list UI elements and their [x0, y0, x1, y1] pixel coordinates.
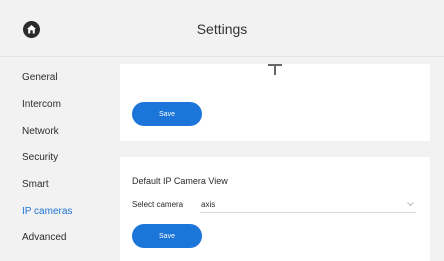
sidebar: General Intercom Network Security Smart … — [0, 56, 110, 261]
page-title: Settings — [196, 21, 248, 37]
sidebar-item-network[interactable]: Network — [22, 126, 59, 137]
chevron-down-icon — [407, 202, 414, 207]
sidebar-item-ip-cameras[interactable]: IP cameras — [22, 206, 72, 217]
settings-card-top: Save — [120, 64, 430, 141]
sidebar-item-security[interactable]: Security — [22, 152, 58, 163]
camera-select-value: axis — [201, 200, 216, 209]
header-bar: Settings — [0, 0, 444, 57]
save-button[interactable]: Save — [132, 224, 202, 248]
save-button[interactable]: Save — [132, 102, 202, 126]
cursor-icon — [268, 64, 282, 75]
sidebar-item-general[interactable]: General — [22, 72, 58, 83]
sidebar-item-advanced[interactable]: Advanced — [22, 232, 66, 243]
select-camera-label: Select camera — [132, 200, 184, 209]
default-camera-view-card: Default IP Camera View Select camera axi… — [120, 157, 430, 261]
section-title: Default IP Camera View — [132, 176, 228, 186]
sidebar-item-intercom[interactable]: Intercom — [22, 99, 61, 110]
camera-select[interactable]: axis — [200, 198, 416, 213]
sidebar-item-smart[interactable]: Smart — [22, 179, 49, 190]
